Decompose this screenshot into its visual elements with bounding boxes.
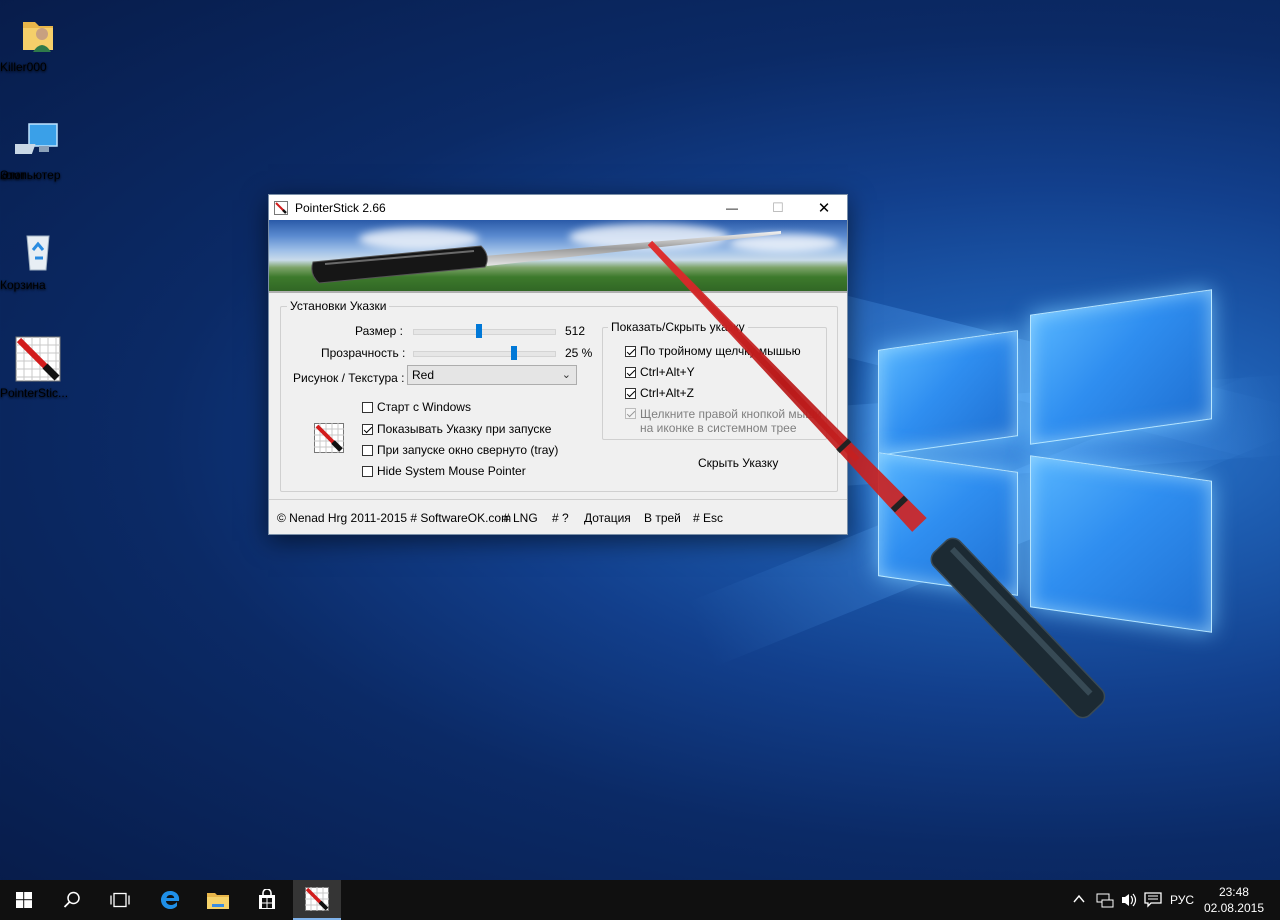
size-slider-thumb[interactable] [476, 324, 482, 338]
exit-link[interactable]: # Esc [693, 511, 723, 525]
hotkey-ctrl-alt-y-checkbox[interactable]: Ctrl+Alt+Y [625, 365, 695, 379]
banner-pointer-image [311, 231, 781, 284]
close-icon: ✕ [817, 199, 831, 217]
windows-logo-wallpaper [858, 289, 1218, 633]
pointerstick-logo-icon [314, 423, 344, 453]
opacity-label: Прозрачность : [321, 346, 406, 360]
minimize-icon: — [726, 200, 738, 215]
chevron-down-icon: ⌄ [561, 369, 571, 381]
checkbox-box[interactable] [625, 387, 636, 399]
texture-selected-value: Red [412, 368, 435, 382]
checkbox-box[interactable] [362, 465, 373, 477]
task-view-button[interactable] [96, 880, 144, 920]
store-icon [259, 889, 275, 909]
minimize-button[interactable]: — [709, 195, 755, 220]
opacity-value: 25 % [565, 346, 593, 360]
desktop-icon-recycle-bin[interactable]: Корзина [0, 228, 76, 292]
close-button[interactable]: ✕ [801, 195, 847, 220]
hide-pointer-button[interactable]: Скрыть Указку [698, 456, 778, 470]
user-folder-icon [15, 10, 61, 56]
task-view-icon [110, 892, 130, 908]
header-banner [269, 220, 847, 293]
desktop-icon-user-folder[interactable]: Killer000 [0, 10, 76, 74]
taskbar: РУС 23:48 02.08.2015 [0, 880, 1280, 920]
triple-click-checkbox[interactable]: По тройному щелчку мышью [625, 344, 801, 358]
taskbar-edge[interactable] [146, 880, 194, 920]
recycle-bin-icon [15, 228, 61, 274]
edge-icon [161, 891, 180, 909]
chevron-up-icon[interactable] [1072, 892, 1086, 909]
settings-group-title: Установки Указки [287, 299, 390, 313]
computer-icon [9, 118, 61, 164]
size-slider[interactable] [413, 324, 556, 338]
desktop-icon-pointerstick[interactable]: PointerStic... [0, 336, 76, 400]
desktop-icon-this-pc[interactable]: Этот компьютер [0, 118, 76, 182]
taskbar-file-explorer[interactable] [194, 880, 242, 920]
donate-link[interactable]: Дотация [584, 511, 631, 525]
network-icon[interactable] [1096, 892, 1114, 911]
show-pointer-on-start-checkbox[interactable]: Показывать Указку при запуске [362, 422, 551, 436]
clock[interactable]: 23:48 02.08.2015 [1204, 884, 1264, 916]
size-value: 512 [565, 324, 586, 338]
search-button[interactable] [48, 880, 96, 920]
pointerstick-icon [15, 336, 61, 382]
help-link[interactable]: # ? [552, 511, 569, 525]
pointerstick-window: PointerStick 2.66 — ☐ ✕ Установки Указки… [268, 194, 848, 535]
texture-label: Рисунок / Текстура : [293, 371, 405, 385]
size-label: Размер : [355, 324, 403, 338]
start-minimized-checkbox[interactable]: При запуске окно свернуто (tray) [362, 443, 558, 457]
footer-link-bar: © Nenad Hrg 2011-2015 # SoftwareOK.com #… [269, 499, 847, 532]
to-tray-link[interactable]: В трей [644, 511, 681, 525]
opacity-slider[interactable] [413, 346, 556, 360]
hotkey-ctrl-alt-z-checkbox[interactable]: Ctrl+Alt+Z [625, 386, 694, 400]
tray-right-click-checkbox: Щелкните правой кнопкой мыши на иконке в… [625, 407, 822, 435]
start-button[interactable] [0, 880, 48, 920]
language-indicator[interactable]: РУС [1170, 893, 1194, 907]
language-link[interactable]: # LNG [503, 511, 538, 525]
texture-select[interactable]: Red ⌄ [407, 365, 577, 385]
title-bar[interactable]: PointerStick 2.66 — ☐ ✕ [269, 195, 847, 220]
file-explorer-icon [207, 893, 229, 909]
checkbox-box[interactable] [625, 345, 636, 357]
clock-date: 02.08.2015 [1203, 901, 1264, 915]
window-title: PointerStick 2.66 [295, 200, 386, 215]
maximize-button[interactable]: ☐ [755, 195, 801, 220]
checkbox-box[interactable] [362, 401, 373, 413]
search-icon [63, 891, 80, 908]
clock-time: 23:48 [1218, 885, 1249, 899]
taskbar-store[interactable] [243, 880, 291, 920]
checkbox-box[interactable] [362, 444, 373, 456]
windows-start-icon [16, 892, 32, 908]
checkbox-box[interactable] [362, 423, 373, 435]
start-with-windows-checkbox[interactable]: Старт с Windows [362, 400, 471, 414]
taskbar-pointerstick[interactable] [293, 880, 341, 920]
volume-icon[interactable] [1120, 892, 1138, 911]
checkbox-box[interactable] [625, 366, 636, 378]
checkbox-box [625, 408, 636, 419]
pointerstick-icon [305, 887, 329, 911]
copyright-link[interactable]: © Nenad Hrg 2011-2015 # SoftwareOK.com [277, 511, 511, 525]
notifications-icon[interactable] [1144, 892, 1162, 911]
maximize-icon: ☐ [772, 199, 784, 215]
app-icon [274, 200, 288, 215]
show-hide-group-title: Показать/Скрыть указку [608, 320, 748, 334]
opacity-slider-thumb[interactable] [511, 346, 517, 360]
hide-system-pointer-checkbox[interactable]: Hide System Mouse Pointer [362, 464, 526, 478]
